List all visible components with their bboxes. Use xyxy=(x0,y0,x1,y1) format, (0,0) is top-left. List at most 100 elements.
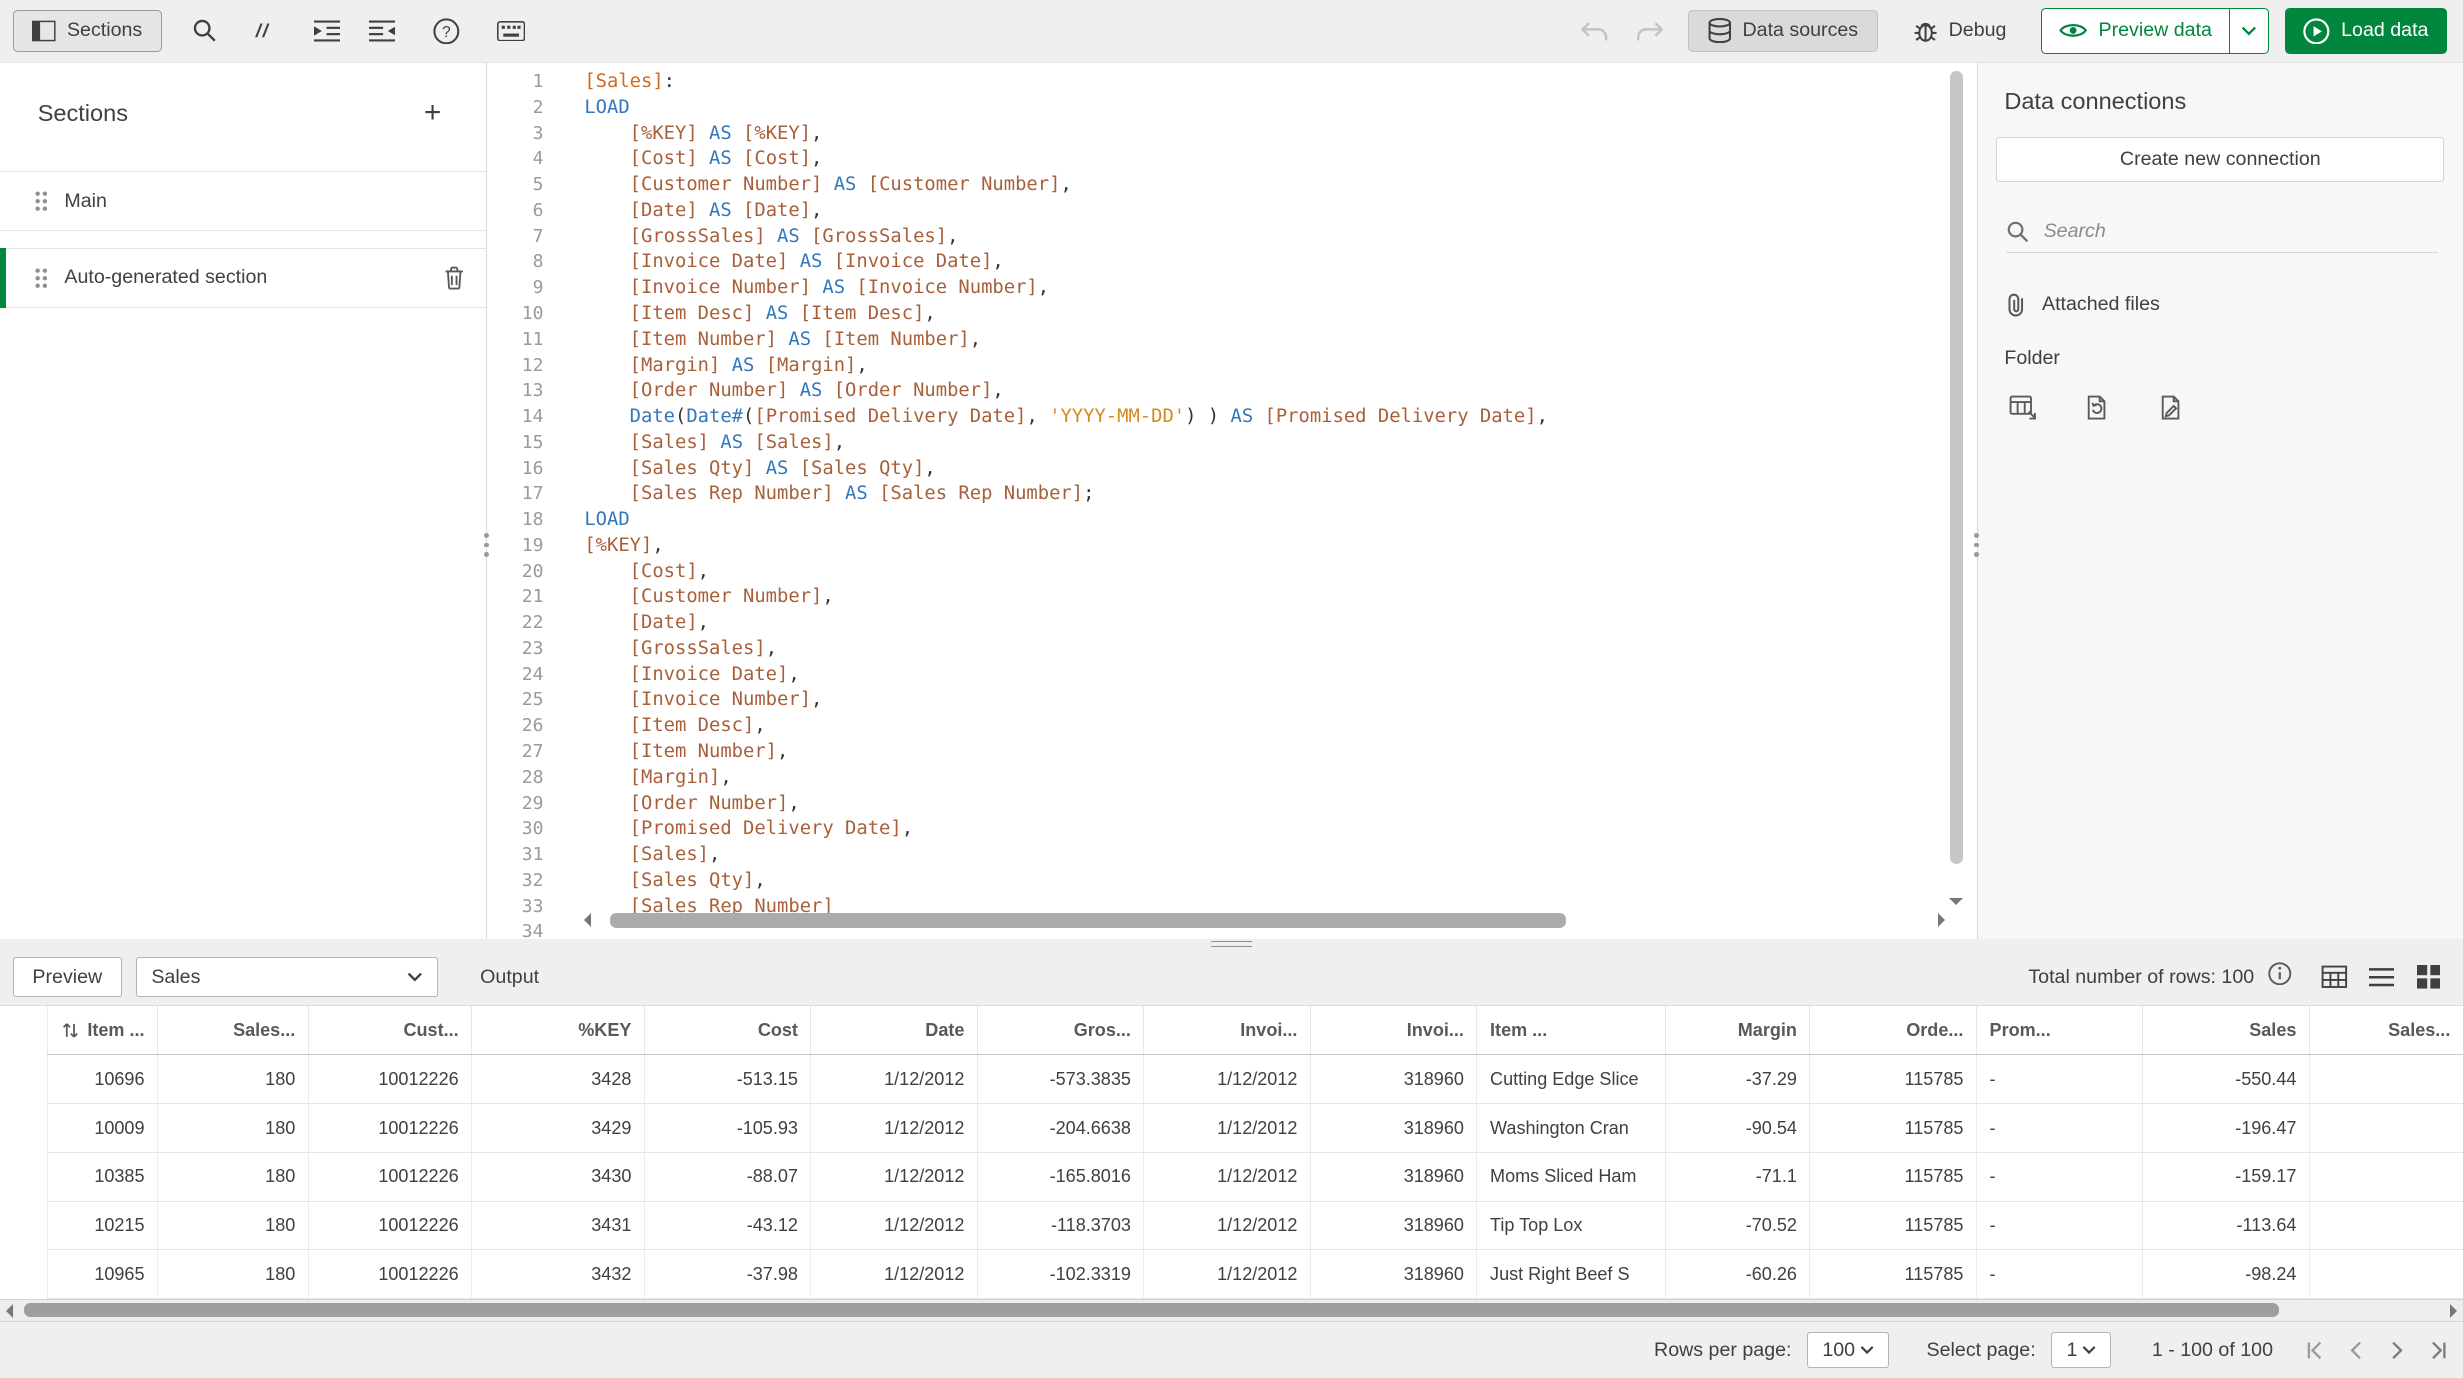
table-cell[interactable]: Just Right Beef S xyxy=(1476,1249,1666,1299)
table-cell[interactable]: -37.29 xyxy=(1665,1054,1811,1105)
table-cell[interactable]: Cutting Edge Slice xyxy=(1476,1054,1666,1105)
code-line[interactable]: 18 LOAD xyxy=(487,507,1977,533)
column-header-8[interactable]: Invoi... xyxy=(1143,1006,1311,1056)
table-cell[interactable]: - xyxy=(1976,1201,2144,1251)
table-cell[interactable]: -118.3703 xyxy=(977,1201,1145,1251)
first-page-button[interactable] xyxy=(2295,1333,2336,1368)
table-cell[interactable]: 318960 xyxy=(1310,1152,1478,1202)
outdent-button[interactable] xyxy=(355,9,408,53)
code-line[interactable]: 5 [Customer Number] AS [Customer Number]… xyxy=(487,172,1977,198)
table-cell[interactable]: 1/12/2012 xyxy=(1143,1152,1311,1202)
column-header-3[interactable]: Cust... xyxy=(308,1006,473,1056)
table-cell[interactable]: 1/12/2012 xyxy=(810,1201,978,1251)
table-scrollbar-thumb[interactable] xyxy=(23,1303,2280,1318)
code-line[interactable]: 9 [Invoice Number] AS [Invoice Number], xyxy=(487,275,1977,301)
table-cell[interactable]: 318960 xyxy=(1310,1103,1478,1153)
table-cell[interactable]: -204.6638 xyxy=(977,1103,1145,1153)
search-button[interactable] xyxy=(178,9,231,53)
code-line[interactable]: 3 [%KEY] AS [%KEY], xyxy=(487,121,1977,147)
select-page-select[interactable]: 1 xyxy=(2051,1331,2112,1369)
table-cell[interactable]: 10965 xyxy=(47,1249,159,1299)
table-cell[interactable]: 10009 xyxy=(47,1103,159,1153)
code-line[interactable]: 31 [Sales], xyxy=(487,842,1977,868)
table-cell[interactable]: 115785 xyxy=(1809,1201,1977,1251)
help-button[interactable]: ? xyxy=(420,9,473,53)
code-line[interactable]: 28 [Margin], xyxy=(487,765,1977,791)
table-cell[interactable]: -113.64 xyxy=(2142,1201,2310,1251)
table-cell[interactable]: -71.1 xyxy=(1665,1152,1811,1202)
code-line[interactable]: 20 [Cost], xyxy=(487,559,1977,585)
code-line[interactable]: 4 [Cost] AS [Cost], xyxy=(487,146,1977,172)
code-line[interactable]: 17 [Sales Rep Number] AS [Sales Rep Numb… xyxy=(487,481,1977,507)
scroll-right-arrow[interactable] xyxy=(2449,1303,2458,1318)
column-header-5[interactable]: Cost xyxy=(644,1006,812,1056)
info-icon[interactable] xyxy=(2268,962,2292,993)
code-line[interactable]: 1 [Sales]: xyxy=(487,69,1977,95)
table-horizontal-scrollbar[interactable] xyxy=(0,1298,2463,1323)
table-cell[interactable]: 10215 xyxy=(47,1201,159,1251)
table-cell[interactable]: -196.47 xyxy=(2142,1103,2310,1153)
divider-handle[interactable] xyxy=(1205,939,1258,948)
table-cell[interactable]: -159.17 xyxy=(2142,1152,2310,1202)
table-cell[interactable]: 1/12/2012 xyxy=(1143,1249,1311,1299)
data-sources-button[interactable]: Data sources xyxy=(1688,9,1878,53)
previous-page-button[interactable] xyxy=(2336,1333,2377,1368)
code-line[interactable]: 11 [Item Number] AS [Item Number], xyxy=(487,327,1977,353)
list-view-button[interactable] xyxy=(2363,958,2401,996)
table-selector[interactable]: Sales xyxy=(136,957,438,997)
table-cell[interactable]: -105.93 xyxy=(644,1103,812,1153)
last-page-button[interactable] xyxy=(2417,1333,2458,1368)
table-cell[interactable]: -550.44 xyxy=(2142,1054,2310,1105)
indent-button[interactable] xyxy=(300,9,353,53)
code-area[interactable]: 1 [Sales]: 2 LOAD 3 [%KEY] AS [%KEY], 4 [Cost… xyxy=(487,69,1977,939)
code-line[interactable]: 13 [Order Number] AS [Order Number], xyxy=(487,378,1977,404)
table-cell[interactable]: 1/12/2012 xyxy=(810,1249,978,1299)
horizontal-scrollbar-thumb[interactable] xyxy=(610,913,1567,928)
table-cell[interactable]: -573.3835 xyxy=(977,1054,1145,1105)
column-header-14[interactable]: Sales xyxy=(2142,1006,2310,1056)
undo-button[interactable] xyxy=(1569,9,1622,53)
table-cell[interactable]: 1/12/2012 xyxy=(810,1152,978,1202)
preview-tab-button[interactable]: Preview xyxy=(12,957,123,997)
add-section-button[interactable]: + xyxy=(414,94,452,132)
redo-button[interactable] xyxy=(1622,9,1675,53)
table-cell[interactable] xyxy=(2309,1152,2463,1202)
connections-search-input[interactable] xyxy=(2043,220,2358,244)
comment-toggle-button[interactable]: // xyxy=(236,9,289,53)
table-cell[interactable]: Tip Top Lox xyxy=(1476,1201,1666,1251)
table-cell[interactable]: - xyxy=(1976,1054,2144,1105)
code-line[interactable]: 24 [Invoice Date], xyxy=(487,662,1977,688)
column-header-1[interactable]: Item ... xyxy=(47,1006,159,1056)
column-header-12[interactable]: Orde... xyxy=(1809,1006,1977,1056)
code-line[interactable]: 12 [Margin] AS [Margin], xyxy=(487,353,1977,379)
table-cell[interactable]: -88.07 xyxy=(644,1152,812,1202)
table-cell[interactable]: 10012226 xyxy=(308,1201,473,1251)
scroll-left-arrow[interactable] xyxy=(5,1303,14,1318)
table-cell[interactable]: - xyxy=(1976,1152,2144,1202)
table-cell[interactable]: - xyxy=(1976,1249,2144,1299)
code-line[interactable]: 2 LOAD xyxy=(487,95,1977,121)
table-cell[interactable]: -70.52 xyxy=(1665,1201,1811,1251)
table-cell[interactable]: 115785 xyxy=(1809,1152,1977,1202)
rows-per-page-select[interactable]: 100 xyxy=(1807,1331,1889,1369)
code-line[interactable]: 19 [%KEY], xyxy=(487,533,1977,559)
table-cell[interactable]: 180 xyxy=(157,1201,309,1251)
table-cell[interactable]: 180 xyxy=(157,1249,309,1299)
code-line[interactable]: 22 [Date], xyxy=(487,610,1977,636)
table-cell[interactable]: -165.8016 xyxy=(977,1152,1145,1202)
table-cell[interactable]: 318960 xyxy=(1310,1201,1478,1251)
table-cell[interactable] xyxy=(2309,1103,2463,1153)
table-cell[interactable]: 115785 xyxy=(1809,1103,1977,1153)
code-line[interactable]: 26 [Item Desc], xyxy=(487,713,1977,739)
scroll-down-arrow[interactable] xyxy=(1948,897,1963,906)
code-line[interactable]: 30 [Promised Delivery Date], xyxy=(487,816,1977,842)
table-view-button[interactable] xyxy=(2315,958,2353,996)
code-line[interactable]: 21 [Customer Number], xyxy=(487,584,1977,610)
column-header-10[interactable]: Item ... xyxy=(1476,1006,1666,1056)
code-line[interactable]: 16 [Sales Qty] AS [Sales Qty], xyxy=(487,456,1977,482)
code-line[interactable]: 10 [Item Desc] AS [Item Desc], xyxy=(487,301,1977,327)
column-header-15[interactable]: Sales... xyxy=(2309,1006,2463,1056)
table-cell[interactable]: 180 xyxy=(157,1054,309,1105)
column-header-11[interactable]: Margin xyxy=(1665,1006,1811,1056)
table-cell[interactable]: 318960 xyxy=(1310,1249,1478,1299)
